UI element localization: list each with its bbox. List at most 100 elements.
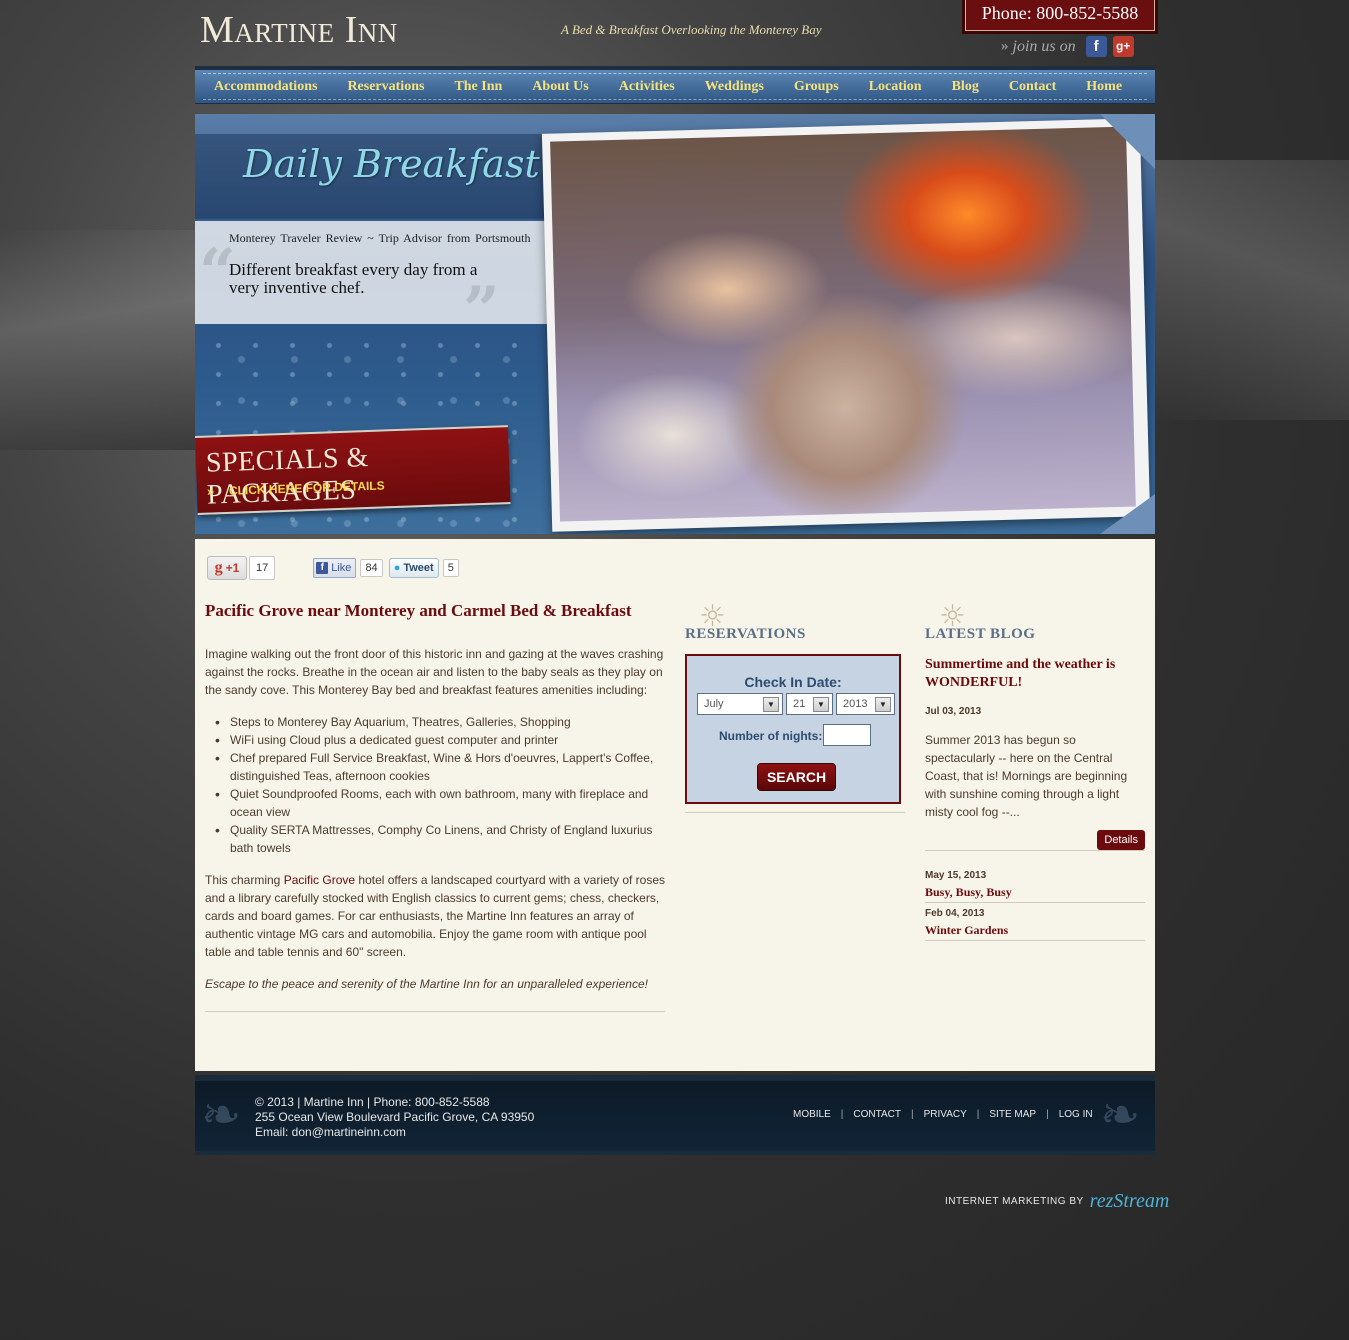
nav-location[interactable]: Location	[854, 79, 937, 95]
post-title[interactable]: Busy, Busy, Busy	[925, 885, 1145, 900]
google-plus-icon[interactable]: g+	[1112, 36, 1134, 57]
double-arrow-icon: »	[1001, 38, 1009, 54]
nav-weddings[interactable]: Weddings	[690, 79, 779, 95]
footer-link-log-in[interactable]: LOG IN	[1059, 1109, 1093, 1120]
marketing-label: INTERNET MARKETING BY	[945, 1196, 1084, 1207]
footer-link-privacy[interactable]: PRIVACY	[924, 1109, 967, 1120]
year-value: 2013	[843, 698, 868, 710]
day-select[interactable]: 21 ▼	[786, 693, 833, 715]
reservations-heading-text: RESERVATIONS	[685, 626, 806, 642]
month-select[interactable]: July ▼	[697, 693, 783, 715]
list-item: Quality SERTA Mattresses, Comphy Co Line…	[215, 821, 665, 857]
nav-home[interactable]: Home	[1071, 79, 1137, 95]
nights-input[interactable]	[823, 724, 871, 746]
banner-title: Daily Breakfast	[243, 142, 540, 186]
phone-number-box[interactable]: Phone: 800-852-5588	[965, 0, 1155, 31]
description-paragraph: This charming Pacific Grove hotel offers…	[205, 871, 665, 961]
details-button[interactable]: Details	[1097, 830, 1145, 850]
pacific-grove-link[interactable]: Pacific Grove	[284, 873, 355, 887]
join-us-label: join us on	[1012, 37, 1076, 55]
year-select[interactable]: 2013 ▼	[836, 693, 895, 715]
post-title[interactable]: Winter Gardens	[925, 923, 1145, 938]
list-item: Steps to Monterey Bay Aquarium, Theatres…	[215, 713, 665, 731]
footer-link-mobile[interactable]: MOBILE	[793, 1109, 831, 1120]
day-value: 21	[793, 698, 806, 710]
blog-heading: ☼ LATEST BLOG	[925, 599, 1145, 645]
list-item: WiFi using Cloud plus a dedicated guest …	[215, 731, 665, 749]
page-curl-decoration	[1100, 494, 1155, 534]
page-curl-decoration	[1100, 114, 1155, 169]
nav-contact[interactable]: Contact	[994, 79, 1071, 95]
footer-link-site-map[interactable]: SITE MAP	[989, 1109, 1036, 1120]
hero-banner: Daily Breakfast “ ” Monterey Traveler Re…	[195, 114, 1155, 534]
featured-post-date: Jul 03, 2013	[925, 706, 982, 717]
intro-paragraph: Imagine walking out the front door of th…	[205, 647, 664, 697]
content-area: g +1 17 f Like 84 ● Tweet 5 Pacific Grov…	[195, 539, 1155, 1071]
nav-about-us[interactable]: About Us	[517, 79, 603, 95]
specials-title: SPECIALS & PACKAGES	[205, 441, 370, 511]
fb-like-count: 84	[360, 559, 383, 577]
social-share-bar: g +1 17 f Like 84 ● Tweet 5	[207, 556, 459, 580]
footer-contact: © 2013 | Martine Inn | Phone: 800-852-55…	[255, 1095, 534, 1140]
divider	[205, 1011, 665, 1012]
reservations-widget: ☼ RESERVATIONS Check In Date: July ▼ 21 …	[685, 599, 905, 813]
swirl-ornament-icon: ❧	[1100, 1087, 1141, 1143]
para-text: This charming	[205, 873, 284, 887]
facebook-icon: f	[316, 562, 329, 574]
quote-source: Monterey Traveler Review ~ Trip Advisor …	[229, 231, 531, 245]
tweet-label: Tweet	[403, 562, 434, 574]
nav-activities[interactable]: Activities	[604, 79, 690, 95]
footer-copyright: © 2013 | Martine Inn | Phone: 800-852-55…	[255, 1095, 490, 1109]
separator: |	[911, 1109, 914, 1120]
nav-blog[interactable]: Blog	[937, 79, 994, 95]
separator: |	[1046, 1109, 1049, 1120]
post-date: May 15, 2013	[925, 870, 987, 881]
twitter-bird-icon: ●	[393, 562, 401, 574]
gplus-count: 17	[249, 556, 276, 580]
amenities-list: Steps to Monterey Bay Aquarium, Theatres…	[205, 713, 665, 857]
nav-reservations[interactable]: Reservations	[332, 79, 439, 95]
footer-address: 255 Ocean View Boulevard Pacific Grove, …	[255, 1110, 535, 1124]
facebook-icon[interactable]: f	[1085, 36, 1107, 57]
month-value: July	[704, 698, 724, 710]
divider	[685, 812, 905, 813]
google-plus-icon: g	[214, 559, 223, 576]
tweet-button[interactable]: ● Tweet	[388, 558, 439, 578]
page-title: Pacific Grove near Monterey and Carmel B…	[205, 601, 632, 620]
site-tagline: A Bed & Breakfast Overlooking the Monter…	[561, 22, 822, 37]
main-column: Pacific Grove near Monterey and Carmel B…	[205, 601, 665, 1012]
nav-accommodations[interactable]: Accommodations	[199, 79, 332, 95]
swirl-ornament-icon: ❧	[201, 1087, 242, 1143]
checkin-label: Check In Date:	[744, 674, 842, 690]
breakfast-photo-image	[550, 126, 1136, 522]
footer-nav: MOBILE | CONTACT | PRIVACY | SITE MAP | …	[793, 1109, 1093, 1120]
reservations-heading: ☼ RESERVATIONS	[685, 599, 905, 645]
nav-groups[interactable]: Groups	[779, 79, 854, 95]
join-us-social: » join us on f g+	[1001, 36, 1134, 57]
facebook-like-button[interactable]: f Like	[313, 558, 357, 578]
featured-post-title[interactable]: Summertime and the weather is WONDERFUL!	[925, 656, 1145, 692]
dropdown-arrow-icon: ▼	[763, 697, 779, 712]
escape-tagline: Escape to the peace and serenity of the …	[205, 977, 648, 991]
quote-text: Different breakfast every day from a ver…	[229, 260, 478, 297]
reservation-form: Check In Date: July ▼ 21 ▼ 2013 ▼ Number…	[685, 654, 901, 804]
footer-email[interactable]: Email: don@martineinn.com	[255, 1125, 534, 1140]
footer-link-contact[interactable]: CONTACT	[853, 1109, 901, 1120]
internet-marketing-credit[interactable]: INTERNET MARKETING BY rezStream	[945, 1190, 1169, 1213]
search-button[interactable]: SEARCH	[757, 763, 836, 791]
nav-the-inn[interactable]: The Inn	[439, 79, 517, 95]
background-cliff-right	[1149, 160, 1349, 420]
list-item: Chef prepared Full Service Breakfast, Wi…	[215, 749, 665, 785]
main-nav: Accommodations Reservations The Inn Abou…	[195, 66, 1155, 104]
dropdown-arrow-icon: ▼	[875, 697, 891, 712]
separator: |	[976, 1109, 980, 1120]
arrow-icon: »	[206, 483, 215, 499]
google-plus-one-button[interactable]: g +1	[207, 556, 247, 580]
latest-blog: ☼ LATEST BLOG Summertime and the weather…	[925, 599, 1145, 941]
review-quote-panel: “ ” Monterey Traveler Review ~ Trip Advi…	[195, 221, 547, 348]
list-item: May 15, 2013 Busy, Busy, Busy	[925, 865, 1145, 903]
specials-packages-button[interactable]: SPECIALS & PACKAGES » CLICK HERE FOR DET…	[195, 425, 511, 515]
site-logo[interactable]: Martine Inn	[200, 8, 398, 52]
separator: |	[840, 1109, 844, 1120]
divider	[925, 850, 1145, 851]
